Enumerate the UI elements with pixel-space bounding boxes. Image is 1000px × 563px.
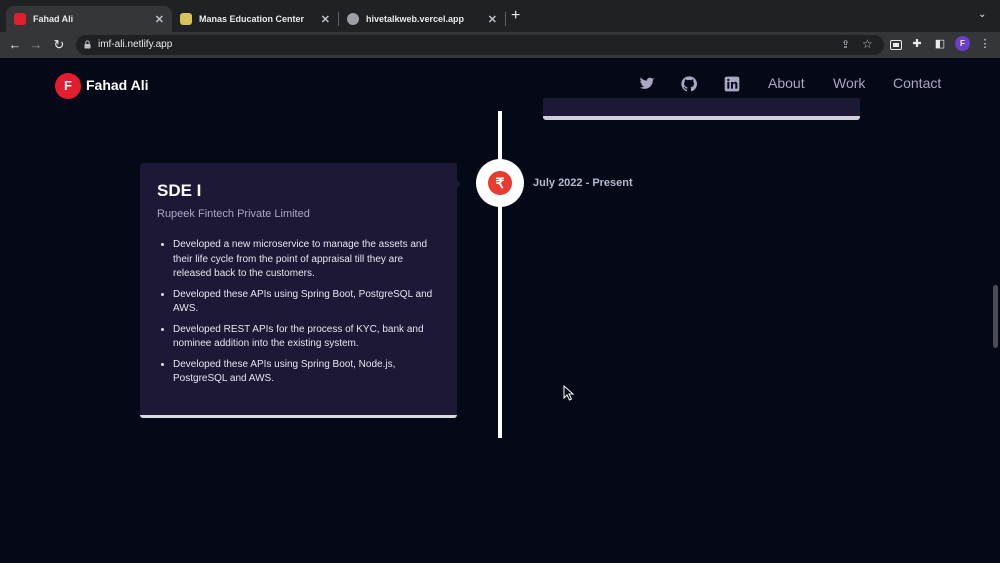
card-pointer-arrow bbox=[456, 179, 461, 189]
timeline-node: ₹ bbox=[476, 159, 524, 207]
reload-button[interactable]: ↻ bbox=[50, 36, 68, 54]
forward-button[interactable]: → bbox=[27, 36, 45, 54]
tab-title: Fahad Ali bbox=[33, 14, 74, 24]
side-panel-icon[interactable]: ◧ bbox=[933, 37, 947, 51]
browser-tab-bar: Fahad Ali ✕ Manas Education Center ✕ hiv… bbox=[0, 0, 1000, 32]
mouse-cursor-icon bbox=[563, 385, 575, 401]
tab-fahad-ali[interactable]: Fahad Ali ✕ bbox=[6, 6, 172, 32]
profile-avatar[interactable]: F bbox=[955, 36, 970, 51]
rupeek-logo-icon: ₹ bbox=[488, 171, 512, 195]
media-controls-icon[interactable] bbox=[890, 40, 902, 50]
experience-company: Rupeek Fintech Private Limited bbox=[157, 208, 310, 220]
close-tab-icon[interactable]: ✕ bbox=[321, 13, 330, 26]
tab-manas-education[interactable]: Manas Education Center ✕ bbox=[172, 6, 338, 32]
experience-point: Developed these APIs using Spring Boot, … bbox=[173, 358, 443, 387]
tab-divider bbox=[505, 12, 506, 26]
site-logo[interactable]: F bbox=[55, 73, 81, 99]
fahad-ali-favicon-icon bbox=[14, 13, 26, 25]
experience-point: Developed a new microservice to manage t… bbox=[173, 238, 443, 282]
tab-title: Manas Education Center bbox=[199, 14, 305, 24]
close-tab-icon[interactable]: ✕ bbox=[488, 13, 497, 26]
bookmark-star-icon[interactable]: ☆ bbox=[862, 37, 873, 51]
site-brand-name[interactable]: Fahad Ali bbox=[86, 77, 149, 93]
url-text: imf-ali.netlify.app bbox=[98, 39, 173, 50]
experience-point: Developed REST APIs for the process of K… bbox=[173, 323, 443, 352]
nav-about-link[interactable]: About bbox=[768, 75, 805, 91]
tab-search-button[interactable]: ⌄ bbox=[978, 9, 986, 20]
back-button[interactable]: ← bbox=[6, 36, 24, 54]
experience-points-list: Developed a new microservice to manage t… bbox=[173, 238, 443, 393]
nav-contact-link[interactable]: Contact bbox=[893, 75, 941, 91]
twitter-icon[interactable] bbox=[639, 76, 655, 92]
extensions-icon[interactable]: ✚ bbox=[910, 37, 924, 51]
portfolio-page: F Fahad Ali About Work Contact SDE I Rup… bbox=[0, 58, 1000, 563]
experience-card: SDE I Rupeek Fintech Private Limited Dev… bbox=[140, 163, 457, 418]
experience-date: July 2022 - Present bbox=[533, 177, 633, 189]
share-icon[interactable]: ⇪ bbox=[841, 38, 850, 51]
github-icon[interactable] bbox=[681, 76, 697, 92]
screen: Fahad Ali ✕ Manas Education Center ✕ hiv… bbox=[0, 0, 1000, 563]
tab-hivetalk[interactable]: hivetalkweb.vercel.app ✕ bbox=[339, 6, 505, 32]
linkedin-icon[interactable] bbox=[724, 76, 740, 92]
new-tab-button[interactable]: + bbox=[511, 8, 520, 24]
previous-card-bottom-border bbox=[543, 116, 860, 120]
nav-work-link[interactable]: Work bbox=[833, 75, 865, 91]
globe-icon bbox=[347, 13, 359, 25]
lock-icon bbox=[84, 40, 91, 49]
browser-menu-icon[interactable]: ⋮ bbox=[978, 37, 992, 51]
tab-title: hivetalkweb.vercel.app bbox=[366, 14, 465, 24]
address-bar[interactable]: imf-ali.netlify.app ⇪ ☆ bbox=[76, 35, 884, 55]
manas-favicon-icon bbox=[180, 13, 192, 25]
previous-experience-card bbox=[543, 98, 860, 118]
experience-role: SDE I bbox=[157, 181, 202, 200]
page-scrollbar-thumb[interactable] bbox=[993, 285, 998, 348]
close-tab-icon[interactable]: ✕ bbox=[155, 13, 164, 26]
browser-toolbar: ← → ↻ imf-ali.netlify.app ⇪ ☆ bbox=[0, 32, 1000, 58]
experience-point: Developed these APIs using Spring Boot, … bbox=[173, 288, 443, 317]
